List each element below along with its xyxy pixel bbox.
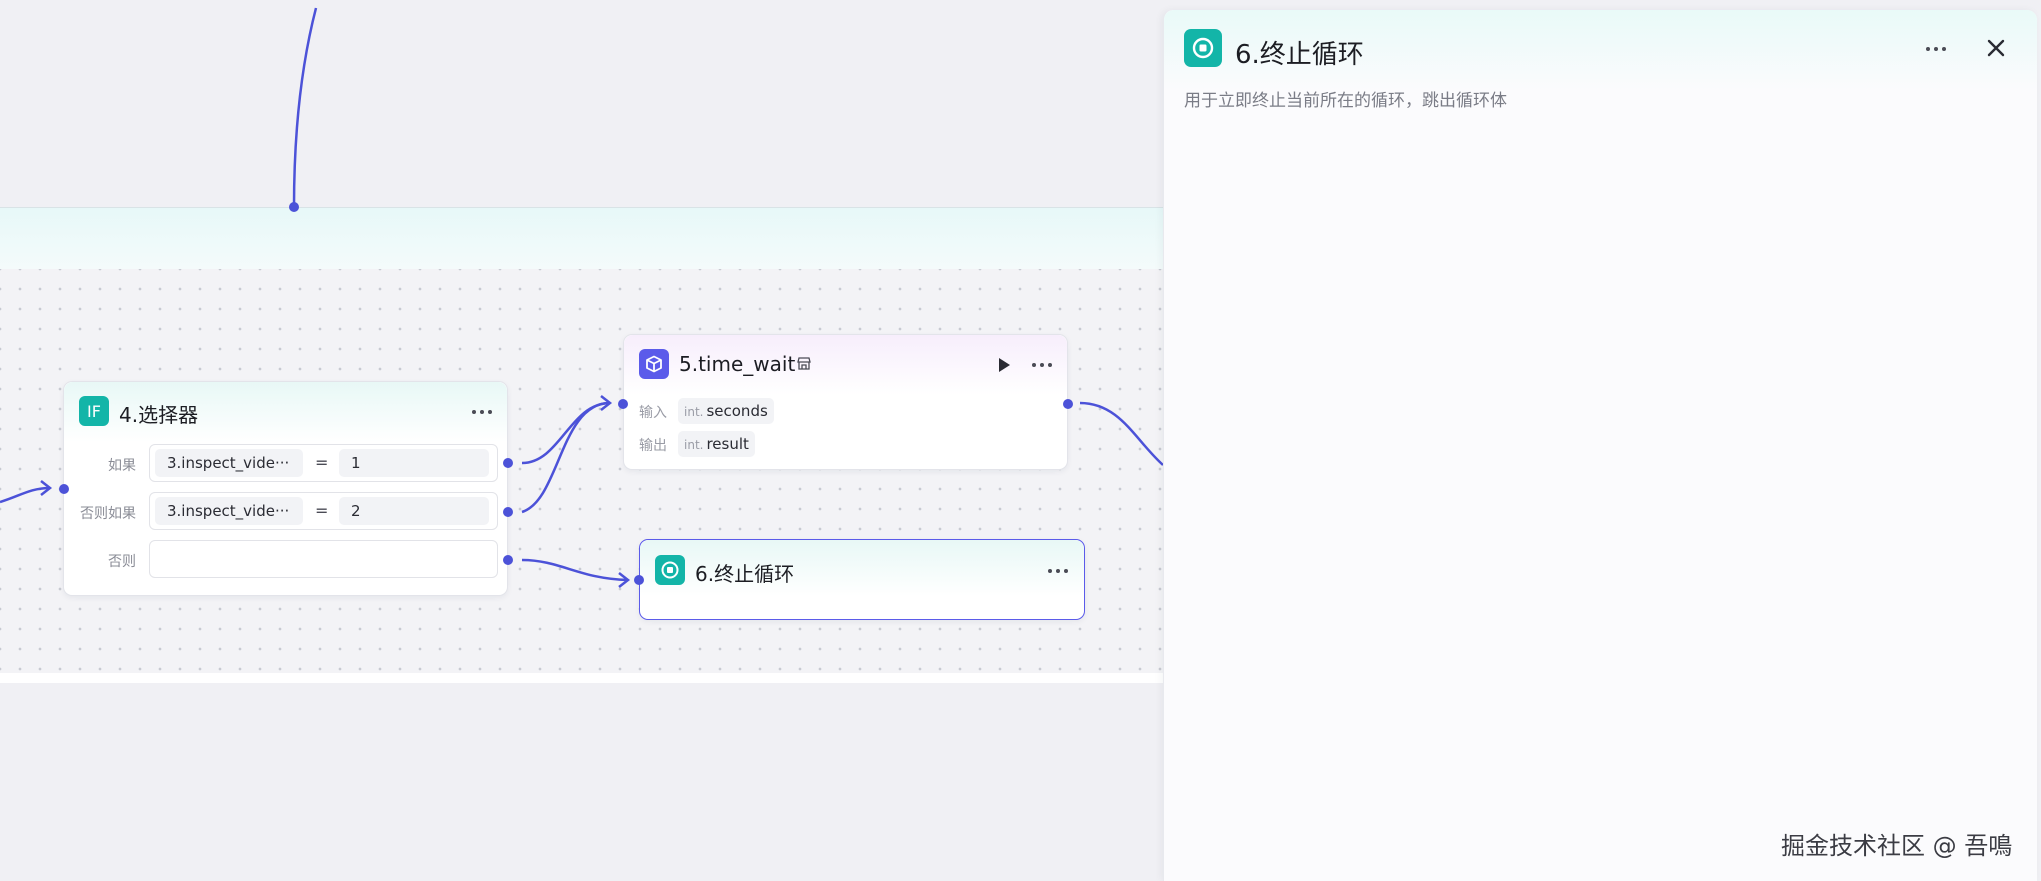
output-param: int. result [678,431,755,457]
selector-more-button[interactable] [472,410,492,414]
terminate-input-port[interactable] [634,575,644,585]
else-row-label: 否则 [108,554,136,570]
elseif-operator[interactable]: = [315,497,328,525]
input-name: seconds [706,402,768,420]
terminate-loop-node[interactable]: 6.终止循环 [634,539,1085,620]
input-label: 输入 [639,405,667,421]
panel-more-button[interactable] [1926,47,1946,51]
store-icon [797,356,811,371]
time-wait-node-title: 5.time_wait [679,352,796,376]
else-condition[interactable] [149,540,498,578]
wire-else-to-terminate [521,558,629,582]
wire-loop-entry [292,7,318,208]
if-icon: IF [79,396,109,426]
time-wait-output-port[interactable] [1063,399,1073,409]
wire-if-to-wait [521,401,611,465]
wire-elseif-to-wait [521,401,611,514]
if-operator[interactable]: = [315,449,328,477]
terminate-more-button[interactable] [1048,569,1068,573]
if-left-operand[interactable]: 3.inspect_vide··· [155,449,303,477]
selector-node-title: 4.选择器 [119,403,199,427]
elseif-condition[interactable]: 3.inspect_vide··· = 2 [149,492,498,530]
elseif-right-operand[interactable]: 2 [339,497,489,525]
cube-icon [639,349,669,379]
output-name: result [706,435,749,453]
time-wait-more-button[interactable] [1032,363,1052,367]
if-row-label: 如果 [108,458,136,474]
elseif-left-operand[interactable]: 3.inspect_vide··· [155,497,303,525]
panel-description: 用于立即终止当前所在的循环，跳出循环体 [1184,91,1507,111]
panel-title: 6.终止循环 [1235,40,1364,70]
run-icon[interactable] [997,357,1011,373]
terminate-loop-node-title: 6.终止循环 [695,562,795,586]
panel-close-button[interactable] [1982,34,2010,62]
watermark: 掘金技术社区 @ 吾鳴 [1781,832,2013,860]
if-condition[interactable]: 3.inspect_vide··· = 1 [149,444,498,482]
stop-circle-icon [655,555,685,585]
if-output-port[interactable] [503,458,513,468]
time-wait-input-port[interactable] [618,399,628,409]
output-type: int. [684,438,704,452]
workflow-canvas[interactable]: IF 4.选择器 如果 3.inspect_vide··· = 1 否则如果 3… [0,0,1163,881]
elseif-row-label: 否则如果 [80,506,136,522]
wire-wait-out [1079,401,1163,466]
selector-node[interactable]: IF 4.选择器 如果 3.inspect_vide··· = 1 否则如果 3… [59,381,513,596]
close-icon [1987,39,2005,57]
output-label: 输出 [639,438,667,454]
time-wait-node[interactable]: 5.time_wait 输入 int. seconds 输出 int. result [618,334,1073,470]
elseif-output-port[interactable] [503,507,513,517]
input-type: int. [684,405,704,419]
node-detail-panel: 6.终止循环 用于立即终止当前所在的循环，跳出循环体 [1163,10,2037,881]
selector-input-port[interactable] [59,484,69,494]
if-right-operand[interactable]: 1 [339,449,489,477]
else-output-port[interactable] [503,555,513,565]
loop-entry-port [289,202,299,212]
input-param: int. seconds [678,398,774,424]
stop-circle-icon [1184,29,1222,67]
